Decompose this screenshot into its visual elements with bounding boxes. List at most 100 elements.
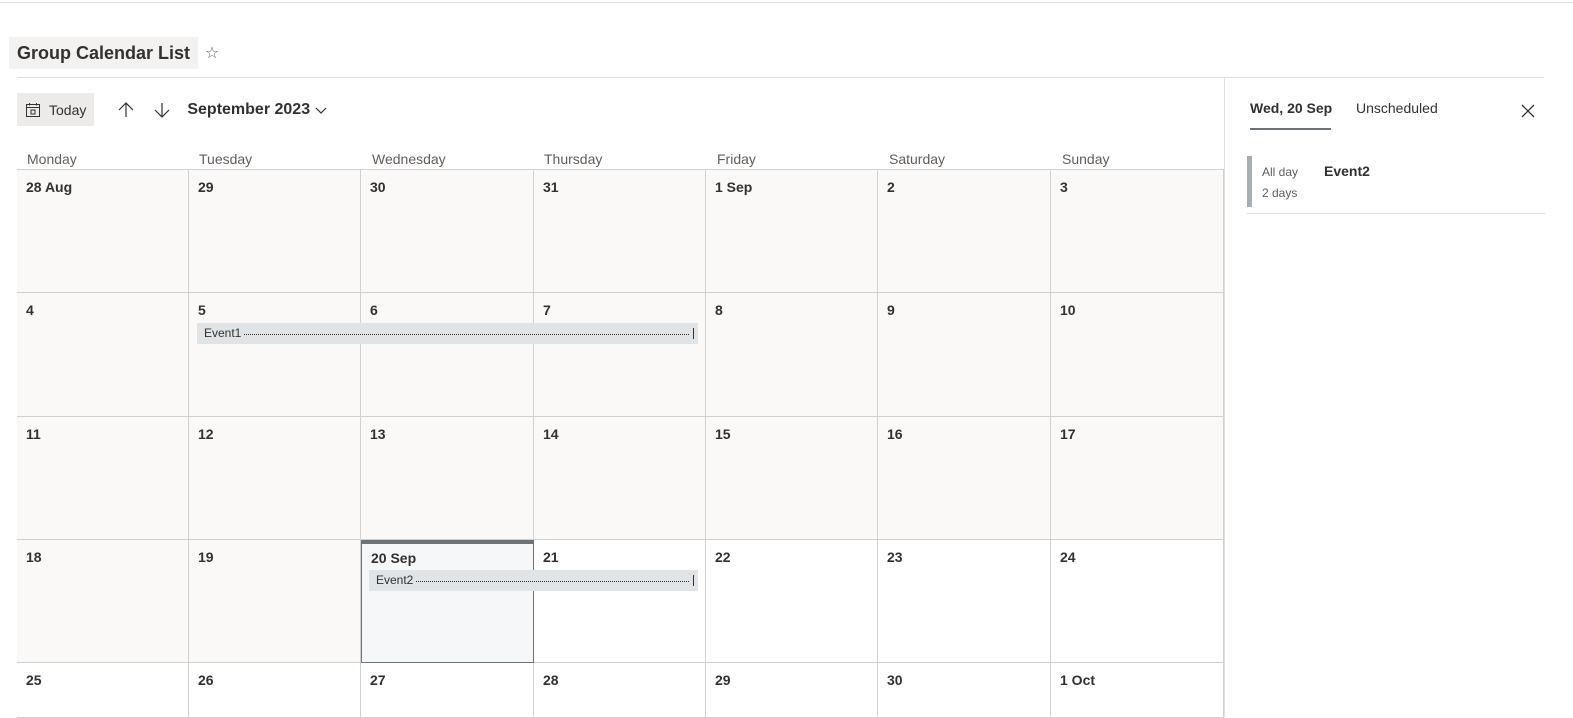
day-cell[interactable]: 7 [534,293,706,417]
day-cell[interactable]: 12 [189,417,361,540]
day-cell[interactable]: 3 [1051,170,1224,293]
calendar-event[interactable]: Event2 [369,570,698,591]
day-cell[interactable]: 19 [189,540,361,663]
month-grid: 28 Aug 29 30 31 1 Sep 2 3 4 5 6 7 8 9 10 11 12 13 14 15 16 1… [17,169,1224,718]
day-number: 1 Sep [715,179,753,195]
tab-unscheduled[interactable]: Unscheduled [1356,100,1438,116]
day-cell[interactable]: 5 [189,293,361,417]
active-tab-indicator [1250,128,1331,130]
event-end-marker [693,328,694,339]
day-cell[interactable]: 16 [878,417,1051,540]
weekday-label: Tuesday [199,151,253,167]
day-cell[interactable]: 14 [534,417,706,540]
day-number: 27 [370,672,386,688]
day-cell[interactable]: 22 [706,540,878,663]
calendar-toolbar: Today September 2023 [17,93,327,126]
day-number: 11 [26,426,41,442]
event-duration: 2 days [1262,186,1298,200]
day-cell-today[interactable]: 20 Sep [361,540,534,663]
day-number: 7 [543,302,551,318]
day-number: 9 [887,302,895,318]
day-number: 26 [198,672,214,688]
day-number: 29 [715,672,731,688]
day-cell[interactable]: 23 [878,540,1051,663]
day-number: 30 [887,672,903,688]
day-number: 22 [715,549,731,565]
day-number: 4 [26,302,34,318]
day-number: 12 [198,426,214,442]
event-span-line [416,581,689,582]
calendar-today-icon [26,102,40,117]
day-cell[interactable]: 30 [361,170,534,293]
day-number: 24 [1060,549,1076,565]
day-cell[interactable]: 28 Aug [17,170,189,293]
day-number: 13 [370,426,386,442]
weekday-header: Monday Tuesday Wednesday Thursday Friday… [17,151,1224,169]
day-number: 16 [887,426,903,442]
panel-event-item[interactable]: All day 2 days Event2 [1247,156,1545,214]
day-number: 2 [887,179,895,195]
day-number: 18 [26,549,42,565]
today-button[interactable]: Today [17,93,95,126]
day-cell[interactable]: 4 [17,293,189,417]
day-number: 15 [715,426,731,442]
tab-selected-day[interactable]: Wed, 20 Sep [1250,100,1332,116]
day-number: 28 [543,672,559,688]
day-cell[interactable]: 31 [534,170,706,293]
day-cell[interactable]: 15 [706,417,878,540]
day-cell[interactable]: 8 [706,293,878,417]
day-number: 10 [1060,302,1076,318]
day-number: 14 [543,426,559,442]
day-cell[interactable]: 9 [878,293,1051,417]
day-number: 6 [370,302,378,318]
event-title: Event2 [376,573,414,587]
day-cell[interactable]: 25 [17,663,189,718]
day-number: 17 [1060,426,1076,442]
month-picker-button[interactable]: September 2023 [187,101,327,119]
event-time: All day [1262,165,1299,179]
day-cell[interactable]: 18 [17,540,189,663]
day-number: 5 [198,302,206,318]
page-header: Group Calendar List ☆ [9,37,222,69]
page-title: Group Calendar List [9,37,199,69]
weekday-label: Monday [27,151,77,167]
star-outline-icon[interactable]: ☆ [202,43,222,63]
day-cell[interactable]: 1 Oct [1051,663,1224,718]
day-number: 30 [370,179,386,195]
day-cell[interactable]: 17 [1051,417,1224,540]
arrow-up-icon[interactable] [114,98,138,122]
day-cell[interactable]: 1 Sep [706,170,878,293]
day-number: 23 [887,549,903,565]
day-cell[interactable]: 26 [189,663,361,718]
weekday-label: Friday [717,151,756,167]
top-divider [0,2,1573,3]
day-number: 1 Oct [1060,672,1096,688]
day-cell[interactable]: 21 [534,540,706,663]
day-number: 31 [543,179,559,195]
day-cell[interactable]: 6 [361,293,534,417]
day-number: 19 [198,549,214,565]
day-cell[interactable]: 13 [361,417,534,540]
day-cell[interactable]: 11 [17,417,189,540]
close-icon[interactable] [1519,102,1537,120]
day-cell[interactable]: 10 [1051,293,1224,417]
weekday-label: Wednesday [372,151,446,167]
event-span-line [244,334,689,335]
day-cell[interactable]: 24 [1051,540,1224,663]
day-number: 21 [543,549,559,565]
arrow-down-icon[interactable] [150,98,174,122]
event-title: Event1 [204,326,242,340]
weekday-label: Thursday [544,151,603,167]
day-cell[interactable]: 2 [878,170,1051,293]
day-cell[interactable]: 28 [534,663,706,718]
day-number: 20 Sep [371,550,417,566]
calendar-event[interactable]: Event1 [197,323,698,344]
day-details-panel: Wed, 20 Sep Unscheduled All day 2 days E… [1224,78,1545,717]
day-number: 29 [198,179,214,195]
weekday-label: Saturday [889,151,946,167]
weekday-label: Sunday [1062,151,1110,167]
day-cell[interactable]: 27 [361,663,534,718]
day-cell[interactable]: 29 [189,170,361,293]
day-cell[interactable]: 30 [878,663,1051,718]
day-cell[interactable]: 29 [706,663,878,718]
